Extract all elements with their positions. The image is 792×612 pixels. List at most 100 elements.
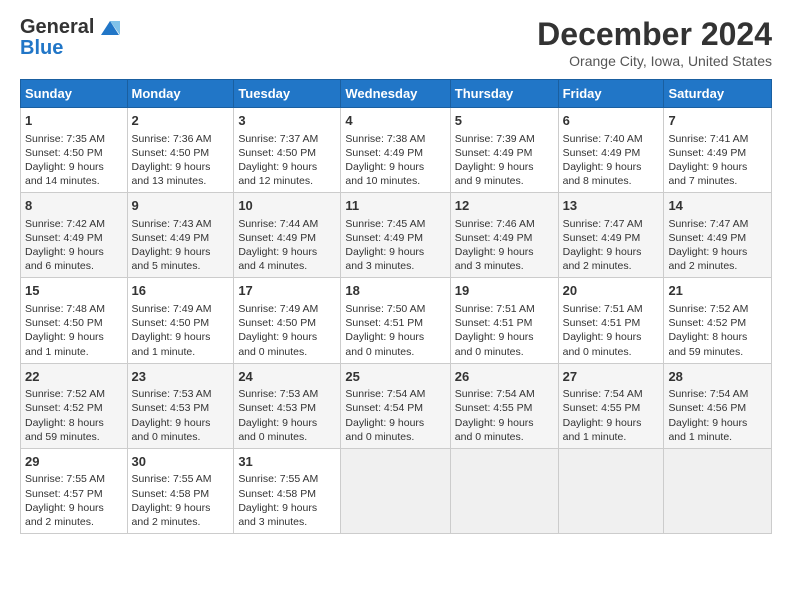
day-info: Daylight: 8 hours	[668, 330, 767, 344]
day-info: Sunrise: 7:43 AM	[132, 217, 230, 231]
day-number: 28	[668, 368, 767, 386]
column-header-saturday: Saturday	[664, 80, 772, 108]
day-info: Daylight: 9 hours	[238, 501, 336, 515]
day-info: Sunrise: 7:42 AM	[25, 217, 123, 231]
day-info: Daylight: 9 hours	[563, 160, 660, 174]
day-info: Sunrise: 7:35 AM	[25, 132, 123, 146]
calendar-cell: 4Sunrise: 7:38 AMSunset: 4:49 PMDaylight…	[341, 108, 450, 193]
day-info: and 3 minutes.	[238, 515, 336, 529]
day-number: 26	[455, 368, 554, 386]
day-info: and 1 minute.	[132, 345, 230, 359]
calendar-cell	[450, 448, 558, 533]
calendar-cell: 2Sunrise: 7:36 AMSunset: 4:50 PMDaylight…	[127, 108, 234, 193]
day-number: 15	[25, 282, 123, 300]
day-info: Sunset: 4:49 PM	[345, 231, 445, 245]
day-info: Sunset: 4:49 PM	[345, 146, 445, 160]
day-info: and 2 minutes.	[563, 259, 660, 273]
day-info: Daylight: 9 hours	[668, 245, 767, 259]
day-info: and 59 minutes.	[25, 430, 123, 444]
day-info: Sunset: 4:51 PM	[345, 316, 445, 330]
day-info: Sunset: 4:56 PM	[668, 401, 767, 415]
day-number: 31	[238, 453, 336, 471]
day-info: and 3 minutes.	[345, 259, 445, 273]
day-info: Sunset: 4:55 PM	[563, 401, 660, 415]
day-info: Daylight: 9 hours	[668, 416, 767, 430]
day-info: Sunset: 4:58 PM	[238, 487, 336, 501]
day-info: Sunrise: 7:50 AM	[345, 302, 445, 316]
day-info: Daylight: 9 hours	[345, 330, 445, 344]
day-info: Sunrise: 7:54 AM	[563, 387, 660, 401]
day-info: Sunrise: 7:46 AM	[455, 217, 554, 231]
day-info: Sunrise: 7:49 AM	[238, 302, 336, 316]
day-info: and 12 minutes.	[238, 174, 336, 188]
day-info: and 6 minutes.	[25, 259, 123, 273]
logo-blue: Blue	[20, 37, 124, 60]
calendar-cell: 21Sunrise: 7:52 AMSunset: 4:52 PMDayligh…	[664, 278, 772, 363]
day-info: Sunset: 4:51 PM	[563, 316, 660, 330]
day-number: 29	[25, 453, 123, 471]
day-info: Daylight: 9 hours	[345, 416, 445, 430]
calendar-cell: 19Sunrise: 7:51 AMSunset: 4:51 PMDayligh…	[450, 278, 558, 363]
day-number: 13	[563, 197, 660, 215]
day-number: 22	[25, 368, 123, 386]
day-info: Daylight: 9 hours	[132, 416, 230, 430]
week-row-5: 29Sunrise: 7:55 AMSunset: 4:57 PMDayligh…	[21, 448, 772, 533]
calendar-cell: 14Sunrise: 7:47 AMSunset: 4:49 PMDayligh…	[664, 193, 772, 278]
column-header-monday: Monday	[127, 80, 234, 108]
day-info: Sunrise: 7:54 AM	[345, 387, 445, 401]
day-info: Daylight: 9 hours	[455, 416, 554, 430]
day-info: Sunset: 4:52 PM	[668, 316, 767, 330]
calendar-cell: 20Sunrise: 7:51 AMSunset: 4:51 PMDayligh…	[558, 278, 664, 363]
week-row-4: 22Sunrise: 7:52 AMSunset: 4:52 PM Dayligh…	[21, 363, 772, 448]
calendar-table: SundayMondayTuesdayWednesdayThursdayFrid…	[20, 79, 772, 534]
day-info: Sunrise: 7:51 AM	[563, 302, 660, 316]
day-info: Sunrise: 7:38 AM	[345, 132, 445, 146]
day-number: 25	[345, 368, 445, 386]
day-info: Sunset: 4:50 PM	[132, 146, 230, 160]
day-info: Daylight: 9 hours	[668, 160, 767, 174]
day-info: Sunset: 4:49 PM	[563, 231, 660, 245]
day-info: Daylight: 9 hours	[345, 245, 445, 259]
calendar-cell: 5Sunrise: 7:39 AMSunset: 4:49 PMDaylight…	[450, 108, 558, 193]
day-info: Sunset: 4:55 PM	[455, 401, 554, 415]
calendar-cell: 7Sunrise: 7:41 AMSunset: 4:49 PMDaylight…	[664, 108, 772, 193]
day-info: Sunrise: 7:55 AM	[132, 472, 230, 486]
header-row: SundayMondayTuesdayWednesdayThursdayFrid…	[21, 80, 772, 108]
day-number: 7	[668, 112, 767, 130]
day-info: and 2 minutes.	[25, 515, 123, 529]
calendar-cell: 31Sunrise: 7:55 AMSunset: 4:58 PMDayligh…	[234, 448, 341, 533]
day-number: 23	[132, 368, 230, 386]
day-info: Sunrise: 7:51 AM	[455, 302, 554, 316]
day-info: and 5 minutes.	[132, 259, 230, 273]
day-info: Sunrise: 7:47 AM	[563, 217, 660, 231]
day-info: Daylight: 9 hours	[132, 245, 230, 259]
column-header-tuesday: Tuesday	[234, 80, 341, 108]
day-number: 17	[238, 282, 336, 300]
day-info: Sunset: 4:49 PM	[668, 231, 767, 245]
logo-icon	[96, 17, 124, 39]
day-info: Sunrise: 7:36 AM	[132, 132, 230, 146]
day-number: 20	[563, 282, 660, 300]
day-number: 12	[455, 197, 554, 215]
day-info: and 9 minutes.	[455, 174, 554, 188]
day-info: Sunset: 4:52 PM	[25, 401, 123, 415]
day-info: Sunset: 4:50 PM	[25, 146, 123, 160]
calendar-cell: 16Sunrise: 7:49 AMSunset: 4:50 PMDayligh…	[127, 278, 234, 363]
column-header-friday: Friday	[558, 80, 664, 108]
day-info: Sunset: 4:54 PM	[345, 401, 445, 415]
calendar-cell: 1Sunrise: 7:35 AMSunset: 4:50 PMDaylight…	[21, 108, 128, 193]
day-info: and 3 minutes.	[455, 259, 554, 273]
day-info: Daylight: 9 hours	[132, 501, 230, 515]
day-info: and 1 minute.	[25, 345, 123, 359]
day-info: and 0 minutes.	[238, 345, 336, 359]
calendar-cell: 28Sunrise: 7:54 AMSunset: 4:56 PMDayligh…	[664, 363, 772, 448]
day-number: 14	[668, 197, 767, 215]
day-info: Sunset: 4:50 PM	[25, 316, 123, 330]
calendar-cell: 10Sunrise: 7:44 AMSunset: 4:49 PMDayligh…	[234, 193, 341, 278]
calendar-cell: 22Sunrise: 7:52 AMSunset: 4:52 PMDayligh…	[21, 363, 128, 448]
day-info: Sunrise: 7:41 AM	[668, 132, 767, 146]
day-info: Sunrise: 7:52 AM	[25, 387, 123, 401]
page-subtitle: Orange City, Iowa, United States	[537, 53, 772, 69]
day-info: Sunrise: 7:54 AM	[455, 387, 554, 401]
day-number: 24	[238, 368, 336, 386]
